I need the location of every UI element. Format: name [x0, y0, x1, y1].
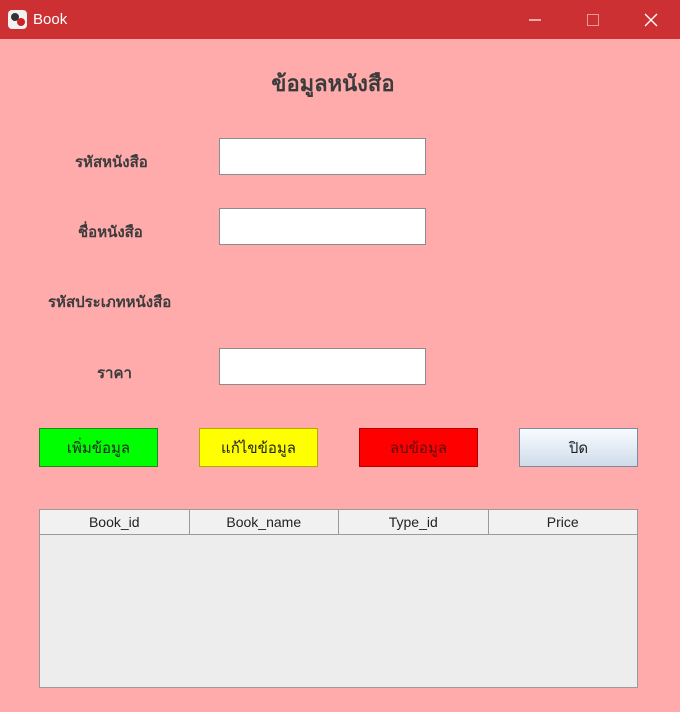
edit-button[interactable]: แก้ไขข้อมูล [199, 428, 318, 467]
book-name-label: ชื่อหนังสือ [78, 223, 143, 241]
add-button[interactable]: เพิ่มข้อมูล [39, 428, 158, 467]
column-header-book-name[interactable]: Book_name [189, 510, 339, 535]
price-label: ราคา [97, 364, 132, 382]
book-id-label: รหัสหนังสือ [75, 153, 148, 171]
table-header: Book_id Book_name Type_id Price [40, 510, 637, 535]
close-window-button[interactable] [628, 0, 674, 39]
book-id-input[interactable] [219, 138, 426, 175]
type-id-label: รหัสประเภทหนังสือ [48, 293, 172, 311]
form-heading: ข้อมูลหนังสือ [271, 72, 395, 97]
book-table[interactable]: Book_id Book_name Type_id Price [39, 509, 638, 688]
column-header-book-id[interactable]: Book_id [40, 510, 190, 535]
close-icon [644, 13, 658, 27]
close-button[interactable]: ปิด [519, 428, 638, 467]
column-header-price[interactable]: Price [488, 510, 637, 535]
app-icon [8, 10, 27, 29]
column-header-type-id[interactable]: Type_id [339, 510, 489, 535]
minimize-icon [529, 19, 541, 21]
minimize-button[interactable] [512, 0, 558, 39]
book-name-input[interactable] [219, 208, 426, 245]
price-input[interactable] [219, 348, 426, 385]
table-body[interactable] [40, 536, 637, 687]
maximize-button [570, 0, 616, 39]
maximize-icon [587, 14, 599, 26]
title-bar[interactable]: Book [0, 0, 680, 39]
window-title: Book [33, 11, 68, 28]
delete-button[interactable]: ลบข้อมูล [359, 428, 478, 467]
